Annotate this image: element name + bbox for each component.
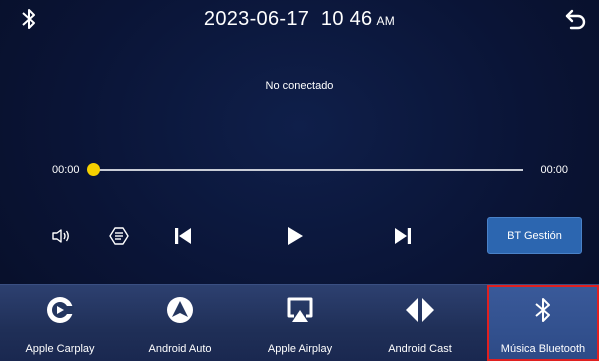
app-android-auto[interactable]: Android Auto <box>120 285 240 361</box>
speaker-icon <box>52 229 69 243</box>
playlist-button[interactable] <box>108 225 130 247</box>
play-button[interactable] <box>283 224 307 248</box>
play-icon <box>288 227 303 245</box>
progress-bar[interactable] <box>87 163 523 176</box>
app-label: Apple Carplay <box>25 343 95 355</box>
app-apple-airplay[interactable]: Apple Airplay <box>240 285 360 361</box>
carplay-icon <box>47 297 74 323</box>
status-bar: 2023-06-17 10 46 AM <box>0 0 599 38</box>
app-bluetooth-music[interactable]: Música Bluetooth <box>487 285 599 361</box>
android-auto-icon <box>167 297 193 323</box>
list-icon <box>109 227 129 245</box>
time-text: 10 46 <box>320 7 373 30</box>
back-arrow-icon[interactable] <box>563 7 589 31</box>
ampm-text: AM <box>376 13 396 28</box>
date-text: 2023-06-17 <box>203 7 310 30</box>
app-apple-carplay[interactable]: Apple Carplay <box>0 285 120 361</box>
skip-next-icon <box>395 228 411 244</box>
airplay-icon <box>287 297 313 322</box>
skip-previous-icon <box>175 228 191 244</box>
app-android-cast[interactable]: Android Cast <box>360 285 480 361</box>
app-label: Android Cast <box>388 343 452 355</box>
next-button[interactable] <box>391 225 415 247</box>
app-label: Apple Airplay <box>267 343 333 355</box>
app-label: Android Auto <box>148 343 212 355</box>
bluetooth-music-icon <box>535 298 550 322</box>
cast-icon <box>406 298 434 322</box>
progress-knob[interactable] <box>87 163 100 176</box>
bt-manage-button[interactable]: BT Gestión <box>487 217 582 254</box>
total-time: 00:00 <box>540 164 568 176</box>
current-time: 00:00 <box>52 164 80 176</box>
app-bar: Apple Carplay Android Auto Apple Airplay… <box>0 284 599 361</box>
volume-button[interactable] <box>50 226 72 246</box>
connection-status: No conectado <box>265 80 334 92</box>
previous-button[interactable] <box>171 225 195 247</box>
bluetooth-icon <box>22 9 35 29</box>
app-label: Música Bluetooth <box>500 343 586 355</box>
date-time: 2023-06-17 10 46 AM <box>204 8 395 31</box>
